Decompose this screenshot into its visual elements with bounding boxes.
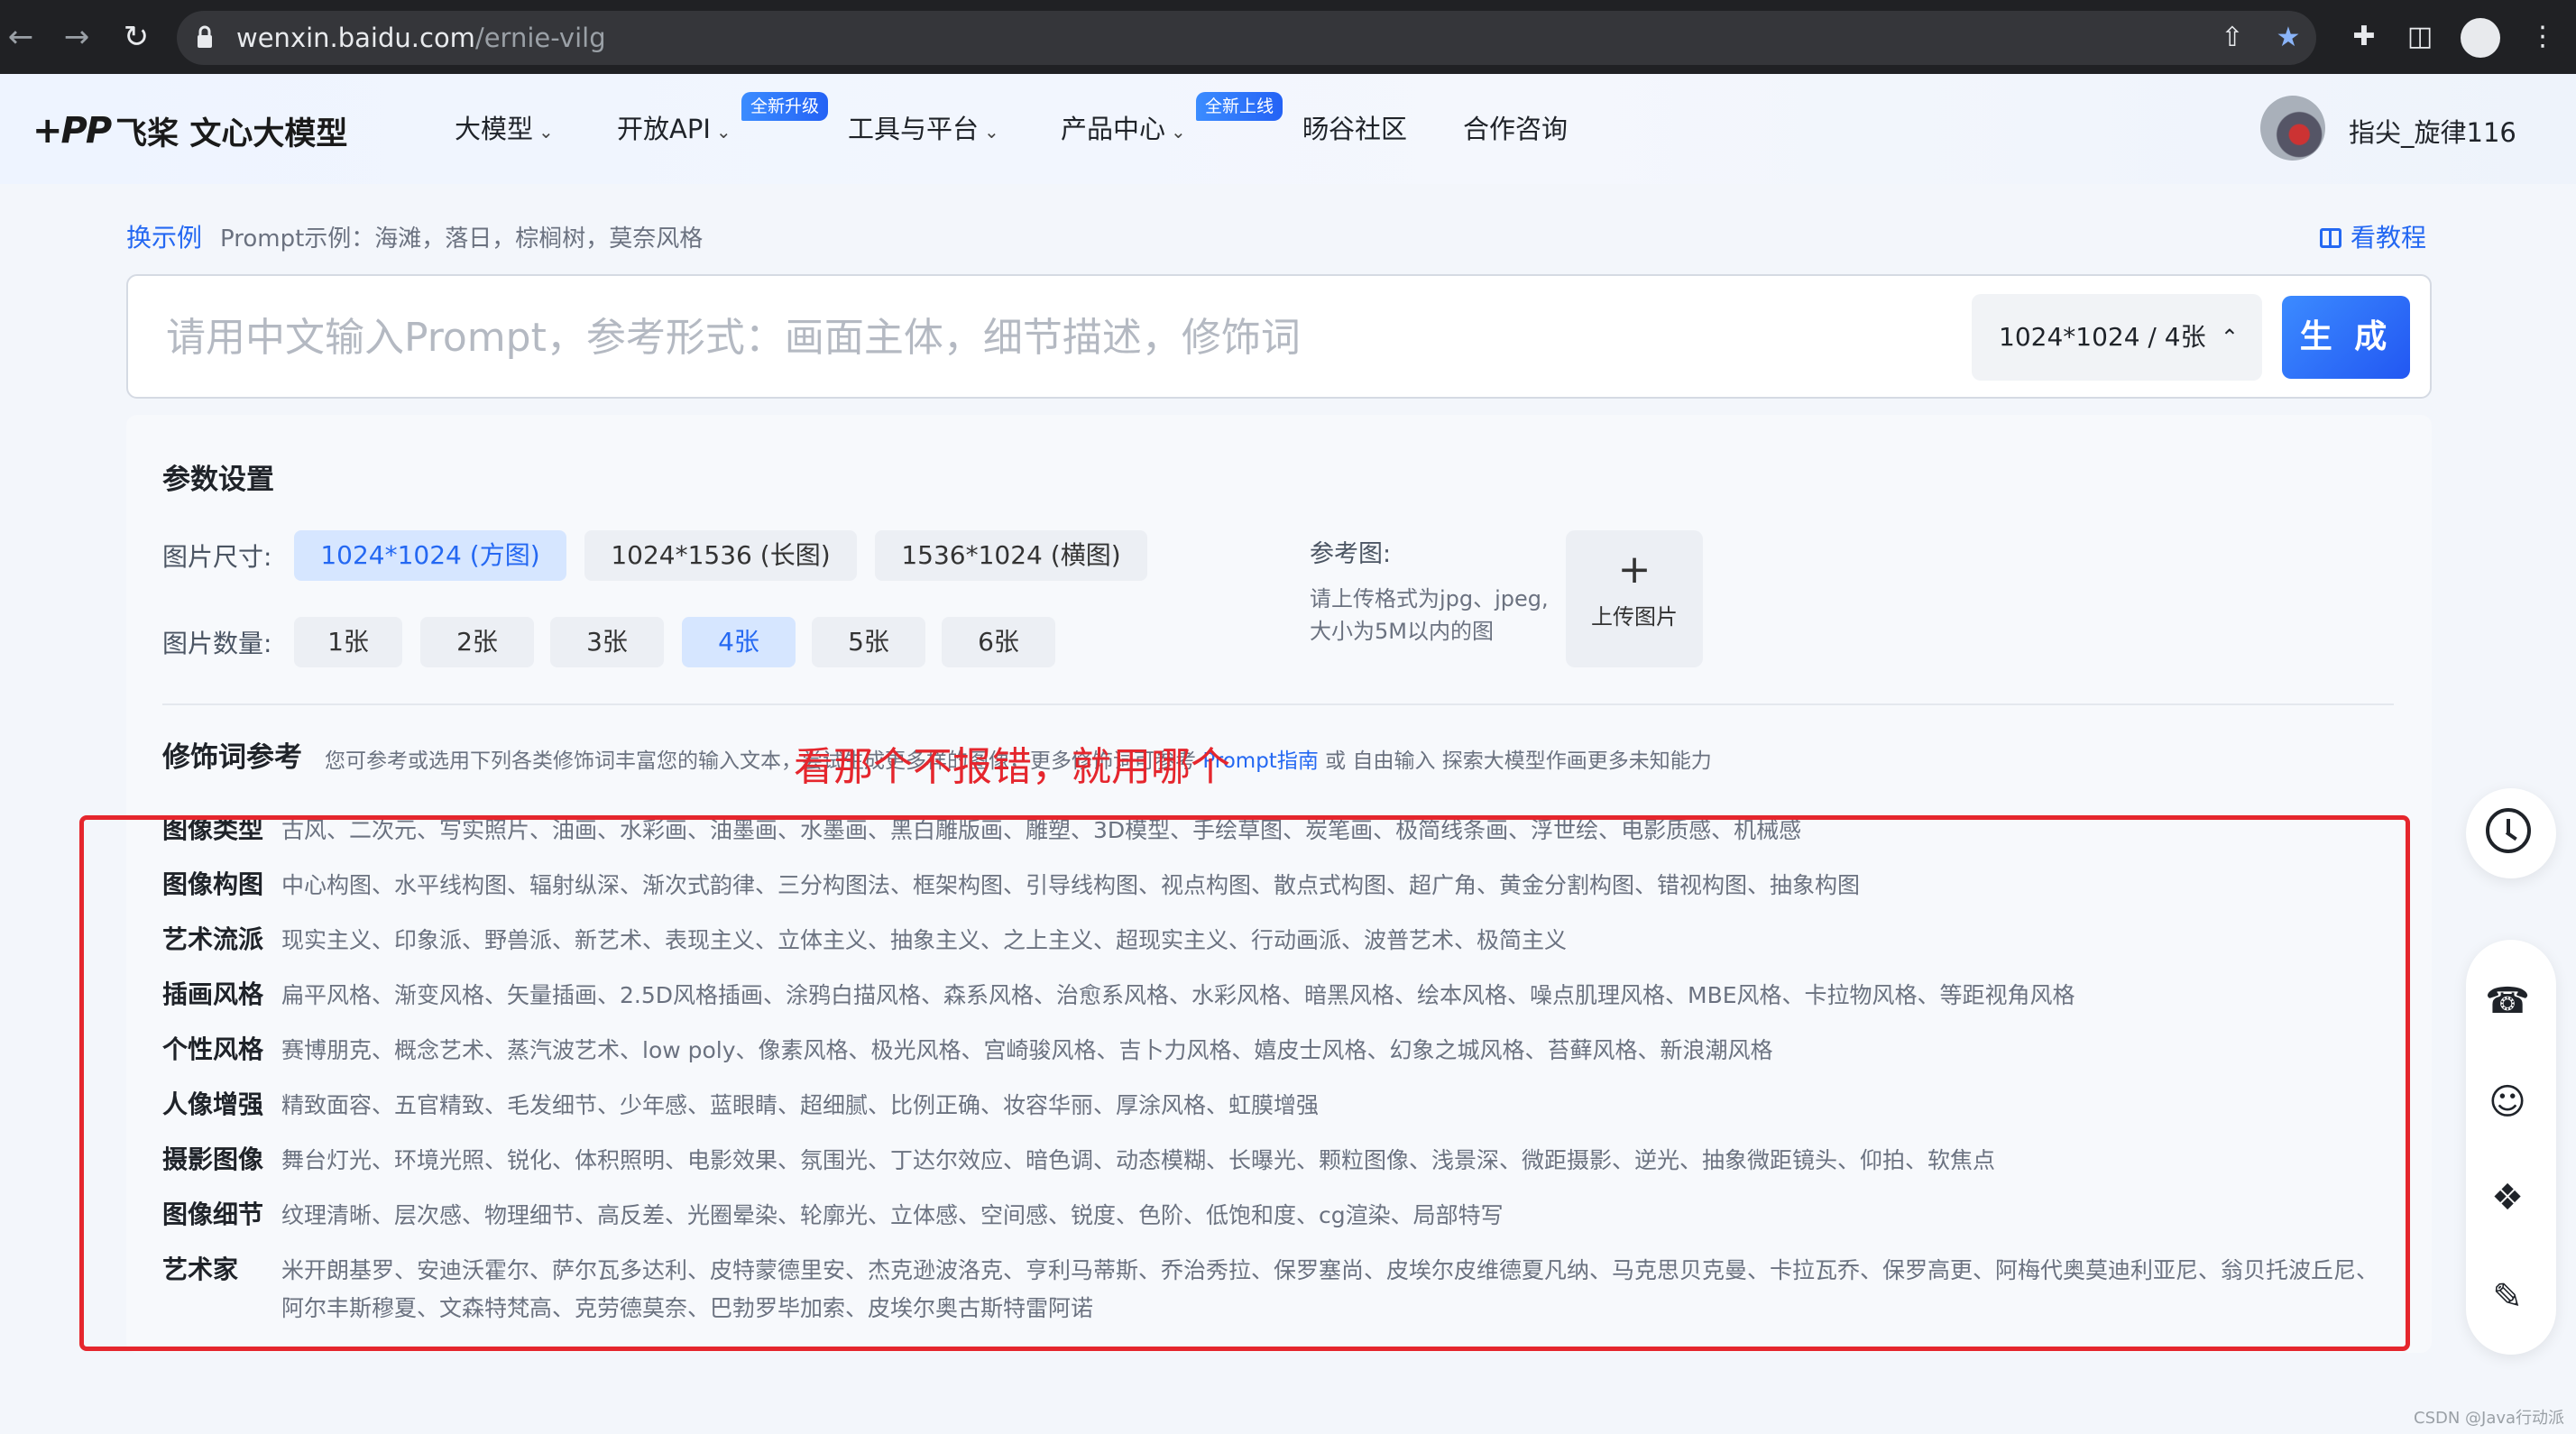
chevron-down-icon: ⌄: [538, 121, 554, 142]
chevron-down-icon: ⌄: [1171, 121, 1186, 142]
plus-icon: +: [1617, 547, 1651, 593]
count-option-2[interactable]: 2张: [420, 617, 534, 667]
size-option-square[interactable]: 1024*1024 (方图): [294, 530, 566, 581]
watermark: CSDN @Java行动派: [2414, 1409, 2565, 1428]
browser-toolbar: ← → ↻ wenxin.baidu.com/ernie-vilg ⇧ ★ ✚ …: [0, 0, 2576, 74]
count-option-6[interactable]: 6张: [942, 617, 1055, 667]
nav-community[interactable]: 旸谷社区: [1302, 108, 1407, 146]
reference-image-hint: 请上传格式为jpg、jpeg,大小为5M以内的图: [1310, 586, 1549, 644]
side-panel-icon[interactable]: ◫: [2399, 16, 2441, 58]
new-upgrade-badge: 全新升级: [741, 92, 829, 121]
chevron-down-icon: ⌄: [984, 121, 999, 142]
share-icon[interactable]: ⇧: [2212, 17, 2253, 59]
site-header: +PP 飞桨 文心大模型 大模型 ⌄ 开放API ⌄ 全新升级 工具与平台 ⌄ 产品中心…: [0, 74, 2576, 184]
nav-product-center[interactable]: 产品中心 ⌄: [1061, 108, 1186, 146]
handshake-icon[interactable]: ❖: [2482, 1172, 2533, 1223]
username[interactable]: 指尖_旋律116: [2349, 112, 2516, 150]
upload-image-button[interactable]: + 上传图片: [1566, 530, 1703, 667]
back-arrow-icon[interactable]: ←: [0, 16, 41, 58]
nav-tools-platform[interactable]: 工具与平台 ⌄: [848, 108, 999, 146]
count-option-5[interactable]: 5张: [812, 617, 925, 667]
address-bar[interactable]: wenxin.baidu.com/ernie-vilg ⇧ ★: [177, 11, 2316, 65]
url-text: wenxin.baidu.com/ernie-vilg: [236, 23, 606, 53]
customer-service-icon[interactable]: ☎: [2482, 976, 2533, 1026]
nav-large-model[interactable]: 大模型 ⌄: [455, 108, 554, 146]
new-launch-badge: 全新上线: [1196, 92, 1283, 121]
chevron-up-icon: ⌃: [2220, 325, 2239, 350]
count-option-3[interactable]: 3张: [550, 617, 664, 667]
size-count-select[interactable]: 1024*1024 / 4张 ⌃: [1972, 294, 2262, 381]
nav-consulting[interactable]: 合作咨询: [1463, 108, 1568, 146]
more-menu-icon[interactable]: ⋮: [2522, 16, 2563, 58]
nav-open-api[interactable]: 开放API ⌄: [617, 108, 731, 146]
lock-icon: [198, 25, 212, 48]
tutorial-link[interactable]: 看教程: [2320, 218, 2426, 254]
reload-icon[interactable]: ↻: [115, 16, 157, 58]
prompt-example-text: Prompt示例：海滩，落日，棕榈树，莫奈风格: [220, 225, 704, 253]
chevron-down-icon: ⌄: [715, 121, 731, 142]
paddle-logo-icon: +PP: [32, 110, 112, 152]
image-count-label: 图片数量:: [162, 629, 272, 658]
profile-avatar-icon[interactable]: [2461, 18, 2500, 58]
modifiers-title: 修饰词参考: [162, 741, 302, 774]
annotation-text: 看那个不报错，就用哪个: [794, 744, 1230, 790]
site-logo[interactable]: +PP 飞桨 文心大模型: [32, 106, 347, 155]
params-title: 参数设置: [162, 464, 274, 496]
annotation-highlight-box: [79, 815, 2410, 1351]
generate-button[interactable]: 生 成: [2282, 296, 2410, 379]
count-option-1[interactable]: 1张: [294, 617, 402, 667]
size-option-landscape[interactable]: 1536*1024 (横图): [875, 530, 1147, 581]
extensions-icon[interactable]: ✚: [2343, 16, 2385, 58]
forward-arrow-icon[interactable]: →: [56, 16, 97, 58]
prompt-box: 1024*1024 / 4张⌃ 生 成: [126, 274, 2432, 399]
book-icon: [2320, 228, 2341, 248]
prompt-input[interactable]: [164, 308, 1968, 366]
bookmark-star-icon[interactable]: ★: [2268, 17, 2309, 59]
swap-example-link[interactable]: 换示例: [126, 218, 202, 254]
divider: [162, 703, 2394, 705]
count-option-4[interactable]: 4张: [682, 617, 796, 667]
size-option-portrait[interactable]: 1024*1536 (长图): [584, 530, 857, 581]
user-avatar[interactable]: [2260, 96, 2325, 161]
reference-image-label: 参考图:: [1310, 540, 1392, 568]
image-size-label: 图片尺寸:: [162, 542, 272, 572]
edit-feedback-icon[interactable]: ✎: [2482, 1272, 2533, 1322]
chat-bubble-icon[interactable]: ☺: [2482, 1077, 2533, 1127]
history-clock-icon[interactable]: [2486, 808, 2531, 853]
